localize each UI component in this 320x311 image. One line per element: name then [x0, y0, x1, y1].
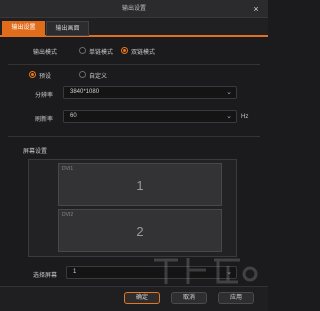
resolution-value: 3840*1080 — [70, 89, 100, 95]
monitor-1[interactable]: DVI1 1 — [58, 163, 222, 206]
close-icon[interactable]: × — [251, 4, 261, 14]
preset-label[interactable]: 预设 — [39, 71, 51, 80]
dual-link-label[interactable]: 双链模式 — [131, 47, 155, 56]
refresh-rate-label: 刷新率 — [35, 117, 54, 123]
watermark-logo — [154, 258, 258, 284]
custom-radio[interactable] — [79, 71, 86, 78]
monitor-layout: DVI1 1 DVI2 2 — [58, 163, 222, 253]
divider — [8, 136, 260, 137]
tab-output-screen[interactable]: 输出画面 — [46, 21, 89, 36]
window-title: 输出设置 — [121, 6, 146, 12]
resolution-label: 分辨率 — [35, 93, 54, 99]
monitor-1-number: 1 — [136, 178, 144, 193]
monitor-2-number: 2 — [136, 224, 144, 239]
chevron-down-icon: ⌄ — [226, 113, 232, 120]
screen-settings-label: 屏幕设置 — [23, 149, 48, 155]
single-link-label[interactable]: 单链模式 — [89, 47, 113, 56]
apply-button[interactable]: 应用 — [218, 292, 254, 304]
chevron-down-icon: ⌄ — [226, 89, 232, 96]
refresh-rate-unit: Hz — [241, 114, 249, 120]
refresh-rate-select[interactable]: 60 ⌄ — [63, 110, 237, 123]
single-link-radio[interactable] — [79, 47, 86, 54]
cancel-button[interactable]: 取消 — [171, 292, 207, 304]
refresh-rate-value: 60 — [70, 113, 77, 119]
dual-link-radio[interactable] — [121, 47, 128, 54]
ok-button[interactable]: 确定 — [124, 292, 160, 304]
monitor-2[interactable]: DVI2 2 — [58, 209, 222, 252]
custom-label[interactable]: 自定义 — [89, 71, 107, 80]
resolution-select[interactable]: 3840*1080 ⌄ — [63, 86, 237, 99]
output-mode-label: 输出模式 — [33, 50, 58, 56]
select-screen-label: 选择屏幕 — [33, 273, 58, 279]
preset-radio[interactable] — [29, 71, 36, 78]
tab-output-settings[interactable]: 输出设置 — [2, 21, 45, 36]
divider — [8, 64, 260, 65]
select-screen-value: 1 — [73, 269, 77, 275]
